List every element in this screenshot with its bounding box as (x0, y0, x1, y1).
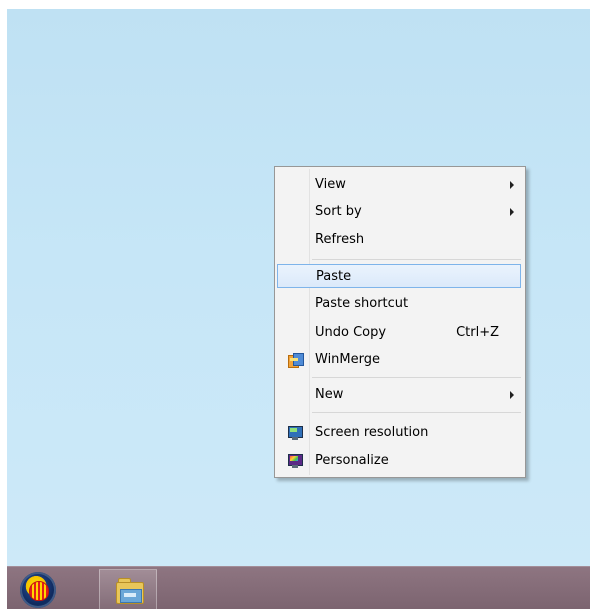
menu-separator (312, 412, 521, 413)
menu-separator (312, 377, 521, 378)
menu-item-shortcut: Ctrl+Z (456, 325, 499, 340)
menu-item-personalize[interactable]: Personalize (277, 449, 521, 473)
menu-item-label: Paste (316, 269, 352, 284)
submenu-arrow-icon (510, 181, 514, 189)
menu-item-view[interactable]: View (277, 173, 521, 197)
menu-item-new[interactable]: New (277, 383, 521, 407)
menu-item-label: New (315, 387, 344, 402)
menu-item-winmerge[interactable]: WinMerge (277, 348, 521, 372)
submenu-arrow-icon (510, 391, 514, 399)
menu-item-label: WinMerge (315, 352, 380, 367)
taskbar (7, 566, 590, 611)
winmerge-icon (287, 352, 304, 368)
menu-item-screen-resolution[interactable]: Screen resolution (277, 421, 521, 445)
menu-separator (312, 259, 521, 260)
menu-item-label: Sort by (315, 204, 362, 219)
menu-item-label: View (315, 177, 346, 192)
folder-icon (116, 577, 144, 604)
menu-item-label: Undo Copy (315, 325, 387, 340)
desktop-context-menu: View Sort by Refresh Paste Paste shortcu… (274, 166, 526, 478)
menu-item-paste-shortcut[interactable]: Paste shortcut (277, 292, 521, 316)
menu-item-refresh[interactable]: Refresh (277, 228, 521, 252)
screen-resolution-monitor-icon (287, 425, 303, 441)
start-orb-shell-icon[interactable] (20, 572, 56, 608)
personalize-monitor-icon (287, 453, 303, 469)
menu-item-label: Refresh (315, 232, 365, 247)
menu-item-label: Paste shortcut (315, 296, 409, 311)
taskbar-file-explorer-button[interactable] (99, 569, 157, 611)
submenu-arrow-icon (510, 208, 514, 216)
menu-item-undo-copy[interactable]: Undo Copy Ctrl+Z (277, 321, 521, 345)
menu-item-paste[interactable]: Paste (277, 264, 521, 288)
menu-item-label: Personalize (315, 453, 389, 468)
shell-logo-icon (29, 581, 49, 601)
menu-item-label: Screen resolution (315, 425, 429, 440)
menu-item-sort-by[interactable]: Sort by (277, 200, 521, 224)
